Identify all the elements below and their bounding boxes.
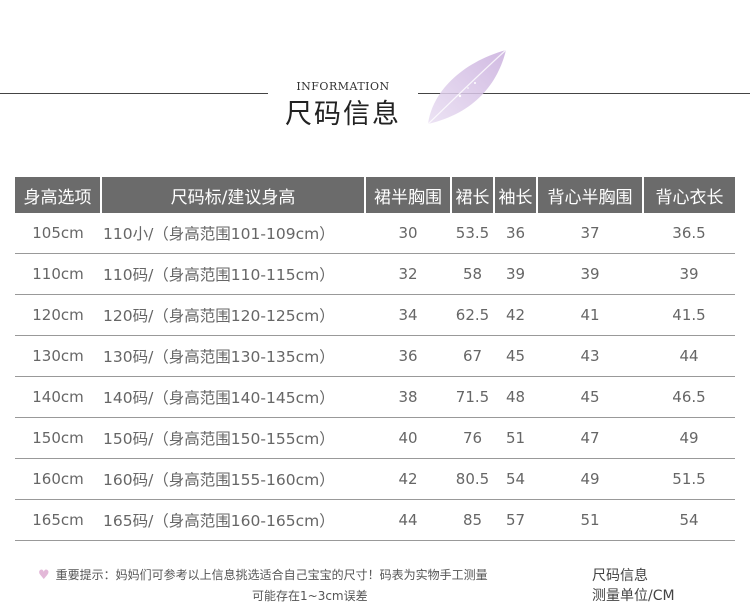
table-cell: 34: [365, 294, 451, 336]
table-cell: 150码/（身高范围150-155cm）: [101, 417, 365, 459]
column-header: 裙半胸围: [365, 177, 452, 213]
table-cell: 49: [643, 417, 735, 459]
size-table: 身高选项 尺码标/建议身高 裙半胸围 裙长 袖长 背心半胸围 背心衣长 105c…: [15, 177, 735, 541]
column-header: 背心衣长: [643, 177, 735, 213]
table-cell: 76: [451, 417, 494, 459]
table-row: 120cm 120码/（身高范围120-125cm） 34 62.5 42 41…: [15, 294, 735, 336]
table-cell: 41.5: [643, 294, 735, 336]
table-cell: 150cm: [15, 417, 101, 459]
column-header: 袖长: [494, 177, 538, 213]
footer-note: ♥ 重要提示：妈妈们可参考以上信息挑选适合自己宝宝的尺寸！码表为实物手工测量: [38, 566, 488, 583]
table-cell: 71.5: [451, 376, 494, 418]
table-cell: 39: [643, 253, 735, 295]
table-cell: 140码/（身高范围140-145cm）: [101, 376, 365, 418]
table-cell: 165cm: [15, 499, 101, 541]
table-cell: 36: [365, 335, 451, 377]
table-row: 140cm 140码/（身高范围140-145cm） 38 71.5 48 45…: [15, 376, 735, 418]
column-header: 尺码标/建议身高: [101, 177, 366, 213]
table-cell: 46.5: [643, 376, 735, 418]
table-cell: 110码/（身高范围110-115cm）: [101, 253, 365, 295]
table-cell: 120码/（身高范围120-125cm）: [101, 294, 365, 336]
table-row: 105cm 110小/（身高范围101-109cm） 30 53.5 36 37…: [15, 213, 735, 254]
table-cell: 57: [494, 499, 537, 541]
footer-right-unit: 测量单位/CM: [592, 588, 675, 604]
header-rule-left: [0, 93, 268, 94]
table-cell: 45: [537, 376, 643, 418]
table-cell: 40: [365, 417, 451, 459]
table-cell: 67: [451, 335, 494, 377]
footer-right-title: 尺码信息: [592, 568, 648, 584]
table-row: 160cm 160码/（身高范围155-160cm） 42 80.5 54 49…: [15, 458, 735, 500]
table-cell: 130码/（身高范围130-135cm）: [101, 335, 365, 377]
table-cell: 43: [537, 335, 643, 377]
table-cell: 140cm: [15, 376, 101, 418]
table-cell: 165码/（身高范围160-165cm）: [101, 499, 365, 541]
table-row: 165cm 165码/（身高范围160-165cm） 44 85 57 51 5…: [15, 499, 735, 541]
table-cell: 51.5: [643, 458, 735, 500]
table-cell: 47: [537, 417, 643, 459]
table-row: 150cm 150码/（身高范围150-155cm） 40 76 51 47 4…: [15, 417, 735, 459]
table-cell: 62.5: [451, 294, 494, 336]
column-header: 身高选项: [15, 177, 102, 213]
table-cell: 36: [494, 213, 537, 254]
table-cell: 42: [494, 294, 537, 336]
page-title: 尺码信息: [285, 99, 401, 130]
column-header: 背心半胸围: [537, 177, 644, 213]
table-cell: 105cm: [15, 213, 101, 254]
leaf-icon: [427, 49, 507, 125]
table-cell: 130cm: [15, 335, 101, 377]
table-cell: 44: [365, 499, 451, 541]
heart-icon: ♥: [38, 568, 50, 583]
table-cell: 80.5: [451, 458, 494, 500]
table-cell: 39: [537, 253, 643, 295]
table-cell: 41: [537, 294, 643, 336]
table-cell: 49: [537, 458, 643, 500]
table-cell: 120cm: [15, 294, 101, 336]
table-cell: 110cm: [15, 253, 101, 295]
table-cell: 51: [494, 417, 537, 459]
footer-note-line2: 可能存在1~3cm误差: [252, 589, 368, 603]
column-header: 裙长: [451, 177, 495, 213]
table-cell: 38: [365, 376, 451, 418]
table-cell: 32: [365, 253, 451, 295]
table-cell: 44: [643, 335, 735, 377]
table-header-row: 身高选项 尺码标/建议身高 裙半胸围 裙长 袖长 背心半胸围 背心衣长: [15, 177, 735, 213]
table-cell: 54: [643, 499, 735, 541]
table-cell: 30: [365, 213, 451, 254]
table-cell: 85: [451, 499, 494, 541]
table-cell: 42: [365, 458, 451, 500]
table-cell: 37: [537, 213, 643, 254]
table-cell: 54: [494, 458, 537, 500]
table-row: 110cm 110码/（身高范围110-115cm） 32 58 39 39 3…: [15, 253, 735, 295]
table-cell: 45: [494, 335, 537, 377]
table-cell: 36.5: [643, 213, 735, 254]
table-cell: 53.5: [451, 213, 494, 254]
table-cell: 110小/（身高范围101-109cm）: [101, 213, 365, 254]
table-cell: 39: [494, 253, 537, 295]
footer-note-line1: 重要提示：妈妈们可参考以上信息挑选适合自己宝宝的尺寸！码表为实物手工测量: [55, 568, 488, 582]
table-cell: 160cm: [15, 458, 101, 500]
table-cell: 58: [451, 253, 494, 295]
footer-unit-info: 尺码信息 测量单位/CM: [592, 566, 675, 606]
table-cell: 48: [494, 376, 537, 418]
table-cell: 160码/（身高范围155-160cm）: [101, 458, 365, 500]
table-cell: 51: [537, 499, 643, 541]
table-row: 130cm 130码/（身高范围130-135cm） 36 67 45 43 4…: [15, 335, 735, 377]
